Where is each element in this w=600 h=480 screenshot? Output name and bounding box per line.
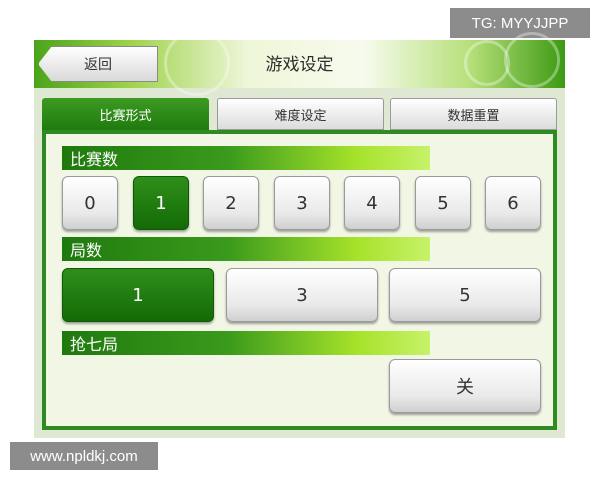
watermark-bottom: www.npldkj.com	[10, 442, 158, 470]
button-label: 1	[155, 192, 167, 214]
tab-label: 数据重置	[447, 108, 500, 124]
button-label: 5	[459, 284, 471, 306]
tab-label: 难度设定	[274, 108, 327, 124]
tab-match-format[interactable]: 比赛形式	[42, 98, 209, 131]
games-count-3-button[interactable]: 3	[226, 268, 378, 322]
section-header-tiebreak: 抢七局	[62, 331, 430, 355]
button-label: 1	[132, 284, 144, 306]
games-count-1-button[interactable]: 1	[62, 268, 214, 322]
button-label: 6	[507, 192, 519, 214]
decorative-swirl	[504, 32, 560, 88]
button-label: 4	[366, 192, 378, 214]
button-label: 5	[437, 192, 449, 214]
button-label: 3	[296, 284, 308, 306]
section-header-matches: 比赛数	[62, 146, 430, 170]
section-label: 抢七局	[70, 335, 119, 354]
games-count-5-button[interactable]: 5	[389, 268, 541, 322]
match-count-4-button[interactable]: 4	[344, 176, 400, 230]
button-label: 2	[225, 192, 237, 214]
decorative-swirl	[464, 40, 510, 86]
match-count-1-button[interactable]: 1	[133, 176, 189, 230]
section-label: 局数	[70, 241, 103, 260]
match-count-0-button[interactable]: 0	[62, 176, 118, 230]
game-settings-screen: 返回 游戏设定 比赛形式 难度设定 数据重置 比赛数 0 1 2 3 4 5 6…	[34, 30, 565, 438]
button-label: 0	[84, 192, 96, 214]
back-button[interactable]: 返回	[38, 46, 158, 82]
button-label: 3	[296, 192, 308, 214]
back-button-label: 返回	[84, 57, 112, 73]
tiebreak-toggle-button[interactable]: 关	[389, 359, 541, 413]
header-bar: 返回 游戏设定	[34, 30, 565, 96]
tab-difficulty[interactable]: 难度设定	[217, 98, 384, 130]
tab-label: 比赛形式	[99, 109, 152, 124]
section-header-games: 局数	[62, 237, 430, 261]
match-count-2-button[interactable]: 2	[203, 176, 259, 230]
match-count-3-button[interactable]: 3	[274, 176, 330, 230]
settings-panel: 比赛数 0 1 2 3 4 5 6 局数 1 3 5 抢七局 关	[42, 130, 557, 430]
match-count-5-button[interactable]: 5	[415, 176, 471, 230]
tab-data-reset[interactable]: 数据重置	[390, 98, 557, 130]
tab-bar: 比赛形式 难度设定 数据重置	[42, 98, 557, 131]
decorative-swirl	[164, 30, 230, 96]
button-label: 关	[456, 377, 474, 398]
match-count-6-button[interactable]: 6	[485, 176, 541, 230]
section-label: 比赛数	[70, 150, 119, 169]
